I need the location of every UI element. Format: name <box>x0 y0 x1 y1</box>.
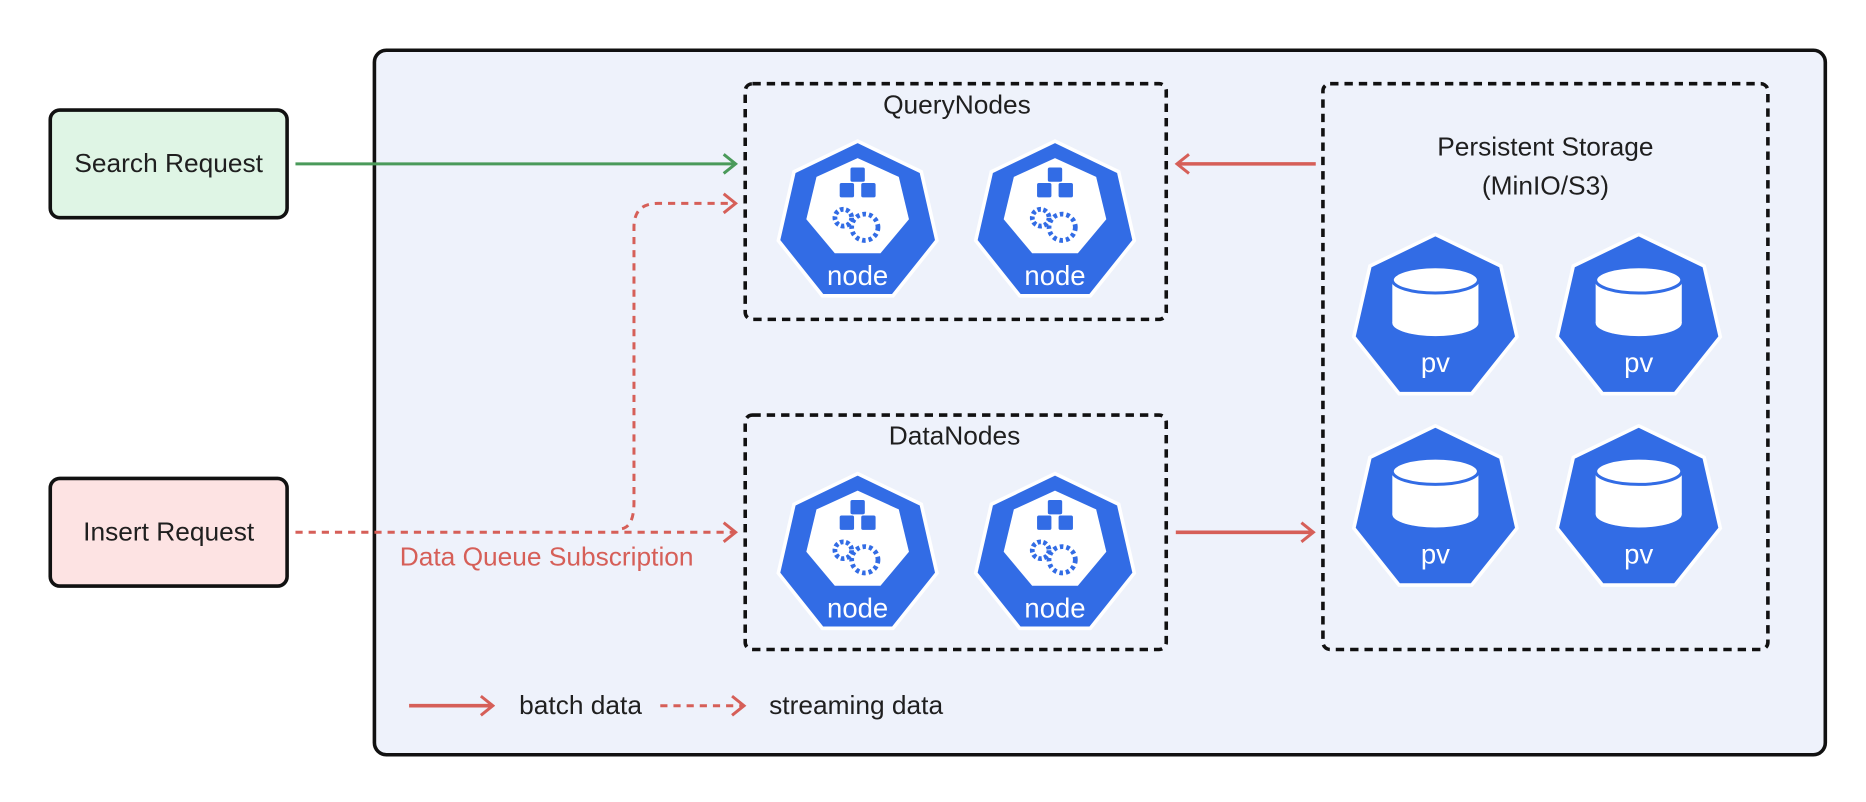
data-queue-subscription-label: Data Queue Subscription <box>400 542 694 572</box>
storage-subtitle: (MinIO/S3) <box>1482 171 1609 201</box>
insert-request-box[interactable]: Insert Request <box>48 476 289 588</box>
storage-title: Persistent Storage <box>1437 131 1653 161</box>
query-nodes-title: QueryNodes <box>883 89 1031 119</box>
legend-batch-label: batch data <box>519 690 642 720</box>
legend-streaming-label: streaming data <box>769 690 943 720</box>
node-label: node <box>827 260 888 291</box>
pv-label: pv <box>1624 347 1653 378</box>
architecture-diagram: Search Request Insert Request QueryNodes… <box>48 48 1828 757</box>
pv-label: pv <box>1421 538 1450 569</box>
pv-label: pv <box>1421 347 1450 378</box>
pv-label: pv <box>1624 538 1653 569</box>
node-label: node <box>1024 592 1085 623</box>
insert-request-label: Insert Request <box>83 516 255 546</box>
search-request-box[interactable]: Search Request <box>48 108 289 220</box>
node-label: node <box>827 592 888 623</box>
search-request-label: Search Request <box>74 148 263 178</box>
node-label: node <box>1024 260 1085 291</box>
data-nodes-title: DataNodes <box>889 421 1021 451</box>
